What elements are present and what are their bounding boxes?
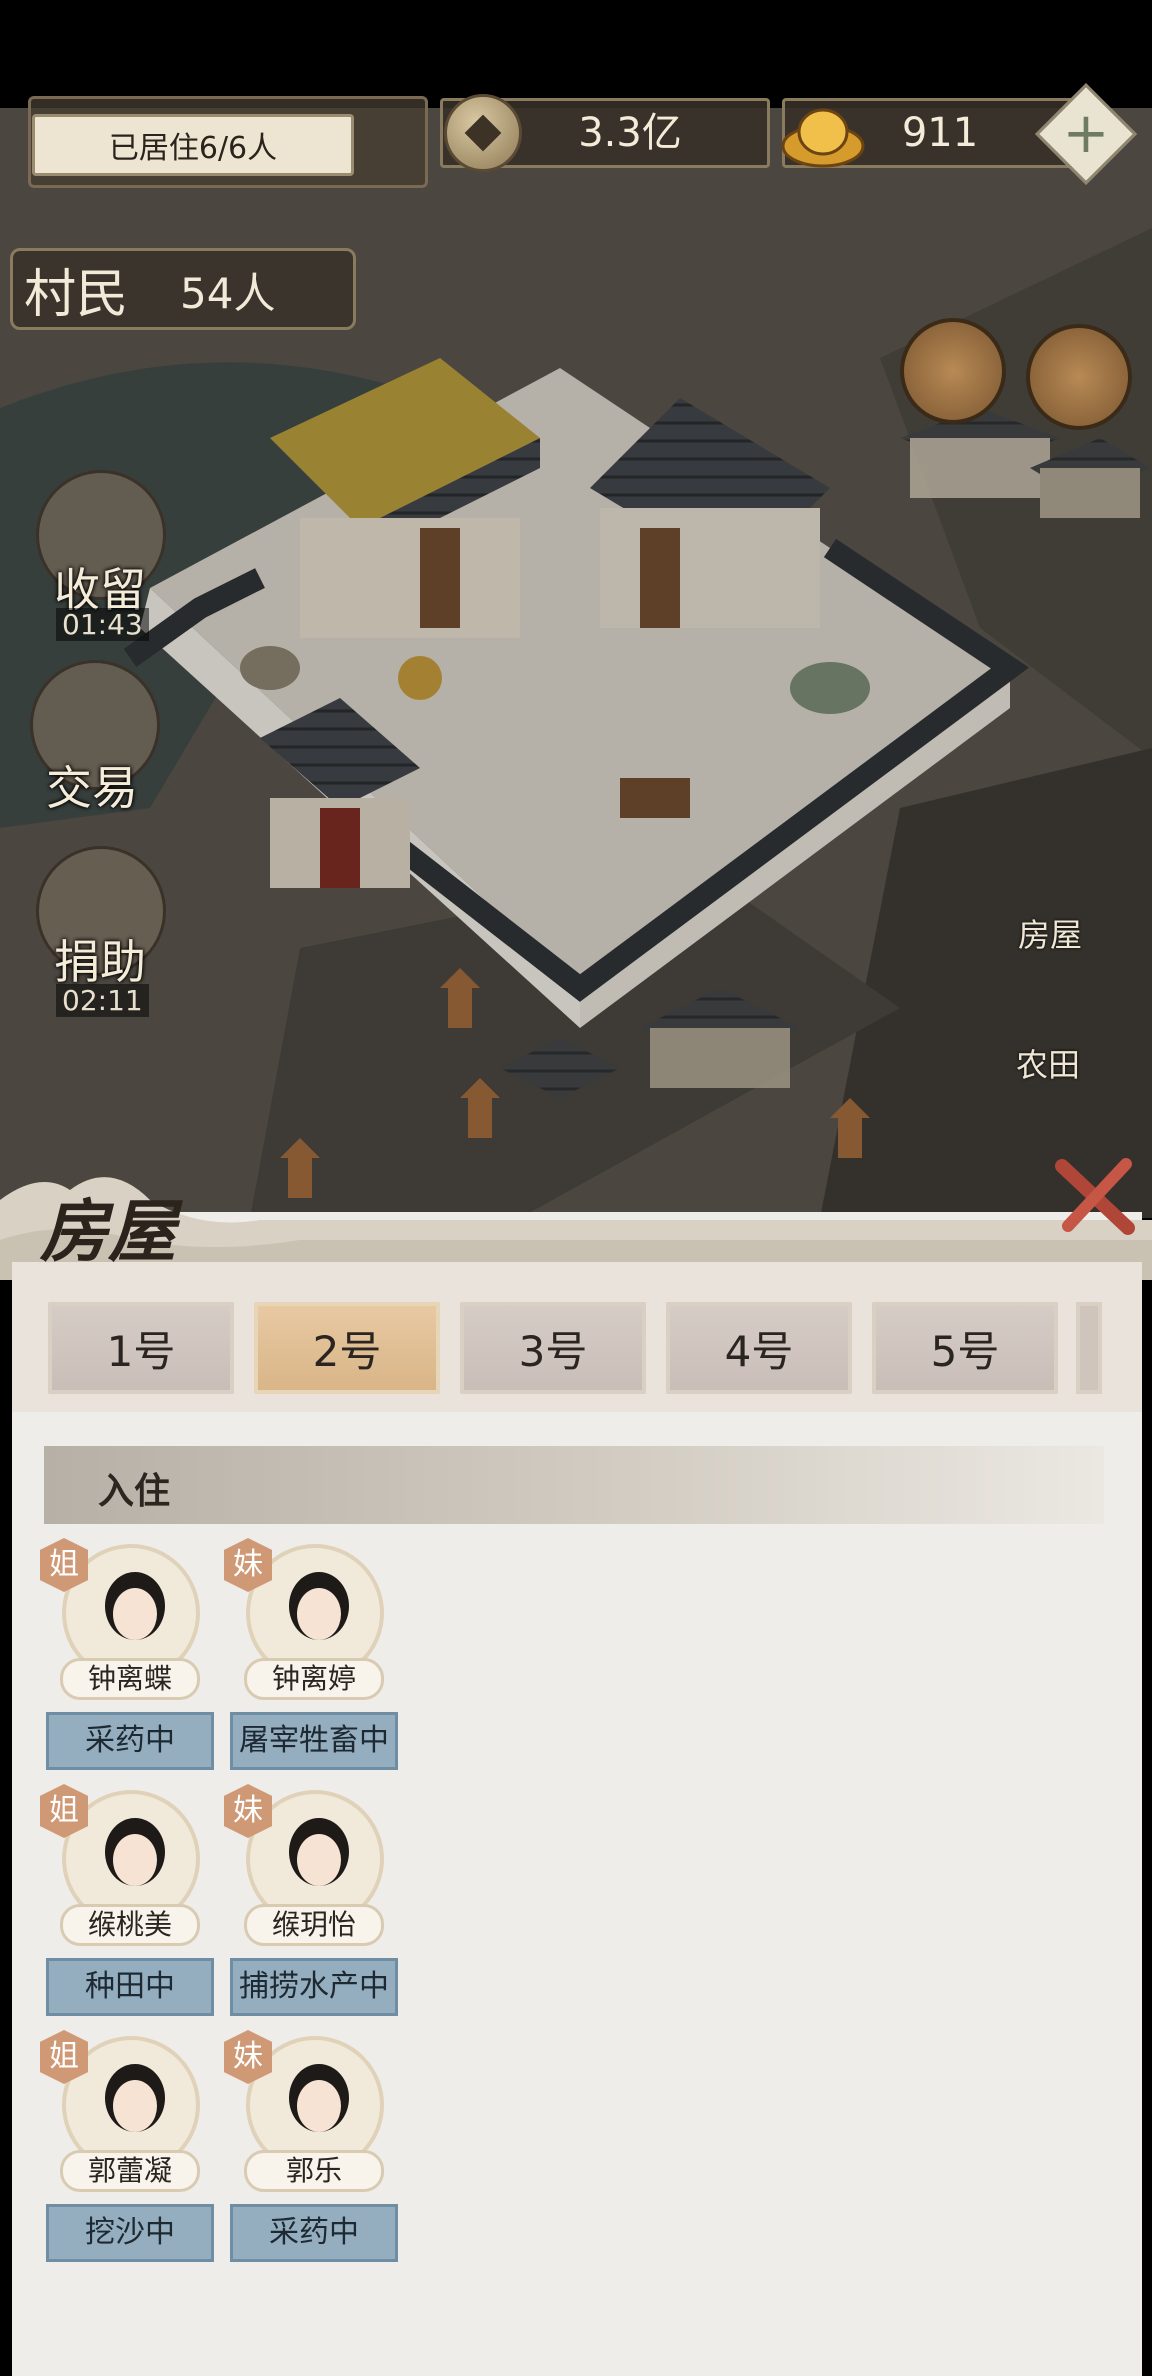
tab-house-1[interactable]: 1号 xyxy=(48,1302,234,1394)
settings-gear-icon[interactable] xyxy=(1026,324,1132,430)
tab-house-4[interactable]: 4号 xyxy=(666,1302,852,1394)
villager-label: 村民 xyxy=(24,265,129,325)
resident-name: 缑桃美 xyxy=(60,1904,200,1946)
plus-icon[interactable]: + xyxy=(1050,98,1122,170)
villager-count: 54人 xyxy=(180,269,276,318)
section-label: 入住 xyxy=(98,1470,171,1512)
tab-house-3[interactable]: 3号 xyxy=(460,1302,646,1394)
tab-house-2[interactable]: 2号 xyxy=(254,1302,440,1394)
resident-job-button[interactable]: 采药中 xyxy=(230,2204,398,2262)
residents-status: 已居住6/6人 xyxy=(32,114,354,176)
donate-timer: 02:11 xyxy=(56,984,149,1017)
status-bar xyxy=(0,0,1152,108)
menu-house-label[interactable]: 房屋 xyxy=(1018,910,1082,956)
resident-job-button[interactable]: 采药中 xyxy=(46,1712,214,1770)
panel-title: 房屋 xyxy=(40,1192,177,1272)
section-header xyxy=(44,1446,1104,1524)
donate-label: 捐助 xyxy=(54,935,146,989)
scroll-icon[interactable] xyxy=(900,318,1006,424)
gold-amount: 911 xyxy=(901,110,979,156)
menu-farm-label[interactable]: 农田 xyxy=(1016,1040,1080,1086)
trade-label: 交易 xyxy=(46,761,138,815)
tab-house-5[interactable]: 5号 xyxy=(872,1302,1058,1394)
gold-ingot-icon xyxy=(781,108,865,168)
resident-name: 钟离婷 xyxy=(244,1658,384,1700)
resident-name: 郭乐 xyxy=(244,2150,384,2192)
resident-name: 郭蕾凝 xyxy=(60,2150,200,2192)
resident-job-button[interactable]: 捕捞水产中 xyxy=(230,1958,398,2016)
close-icon[interactable] xyxy=(1052,1152,1138,1238)
resident-job-button[interactable]: 屠宰牲畜中 xyxy=(230,1712,398,1770)
resident-job-button[interactable]: 种田中 xyxy=(46,1958,214,2016)
resident-name: 缑玥怡 xyxy=(244,1904,384,1946)
resident-job-button[interactable]: 挖沙中 xyxy=(46,2204,214,2262)
tab-overflow-edge[interactable] xyxy=(1076,1302,1102,1394)
take-in-timer: 01:43 xyxy=(56,608,149,641)
coin-amount: 3.3亿 xyxy=(578,110,682,156)
resident-name: 钟离蝶 xyxy=(60,1658,200,1700)
